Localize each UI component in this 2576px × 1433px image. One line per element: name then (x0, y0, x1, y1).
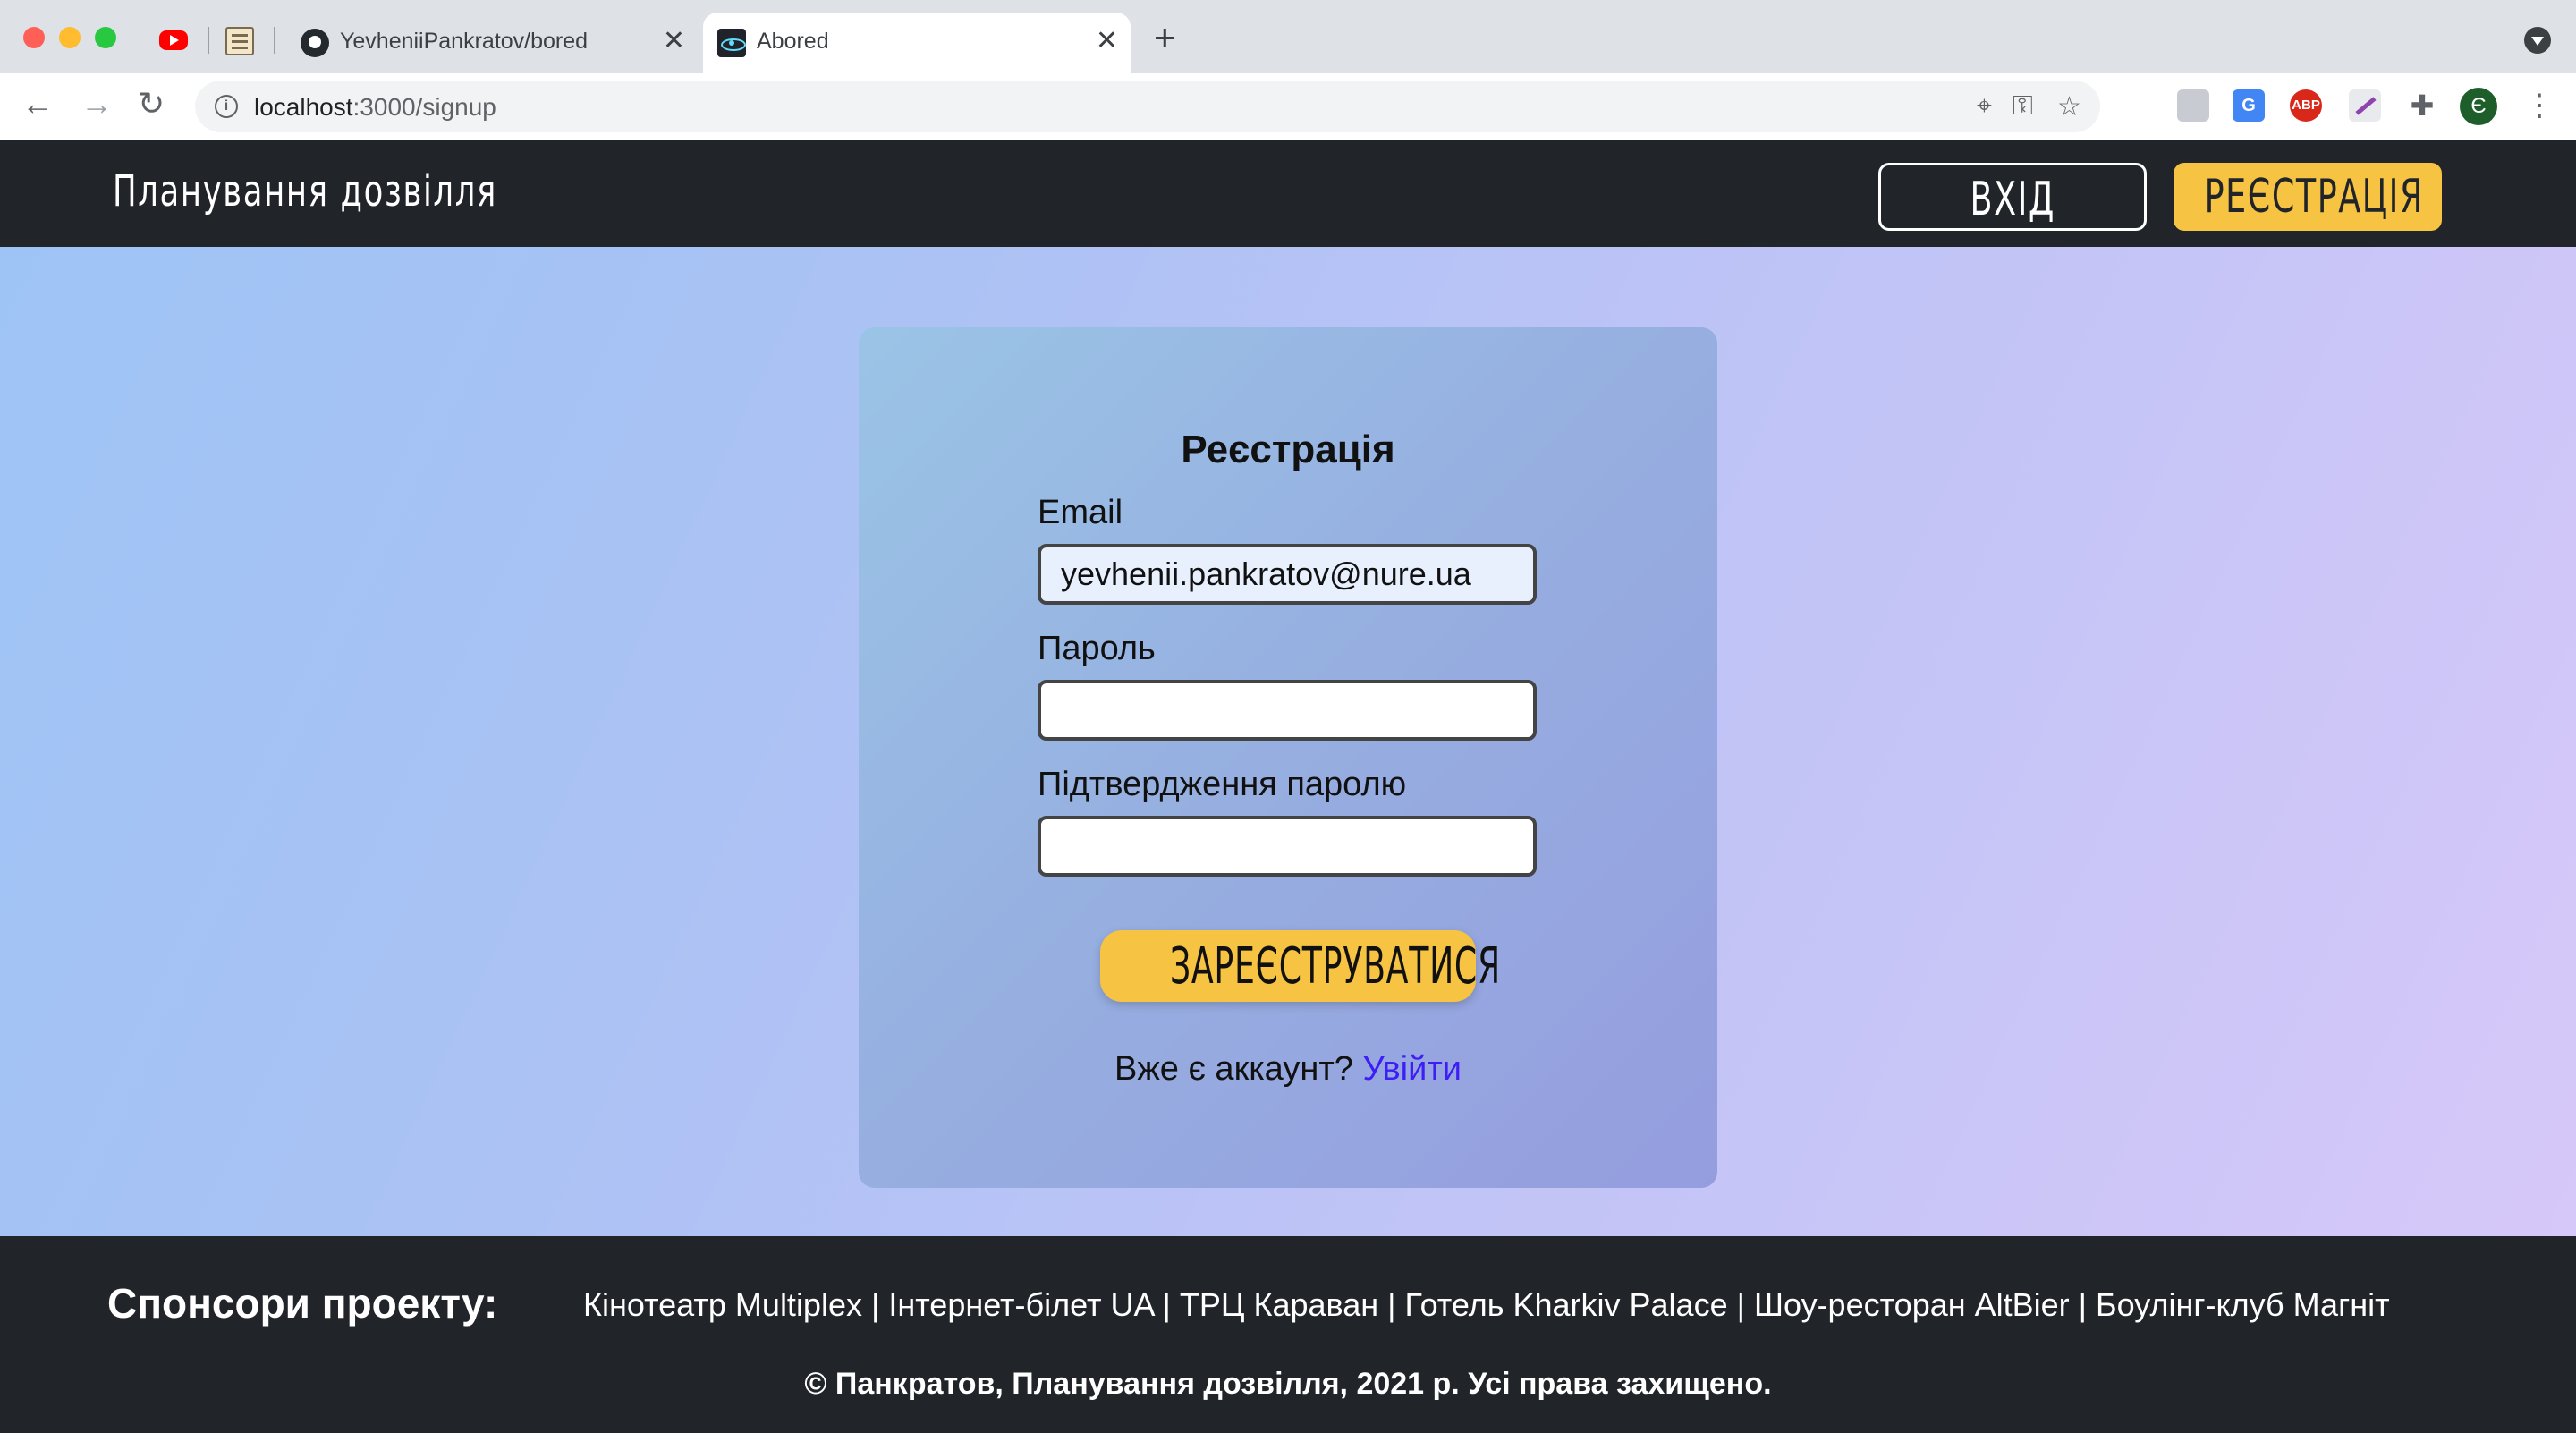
signup-section: Реєстрація Email Пароль Підтвердження па… (0, 247, 2576, 1236)
color-picker-extension-icon[interactable] (2349, 89, 2381, 122)
register-submit-button[interactable]: ЗАРЕЄСТРУВАТИСЯ (1100, 930, 1500, 1002)
site-footer: Спонсори проекту: Кінотеатр Multiplex | … (0, 1236, 2576, 1433)
extension-icon[interactable] (2177, 89, 2209, 122)
tab-separator (208, 27, 209, 54)
web-page: Планування дозвілля ВХІД РЕЄСТРАЦІЯ Реєс… (0, 140, 2576, 1433)
site-brand[interactable]: Планування дозвілля (113, 166, 497, 216)
reload-icon[interactable]: ↻ (138, 86, 165, 122)
window-minimize-button[interactable] (59, 27, 80, 48)
puzzle-icon[interactable]: ✚ (2406, 89, 2438, 122)
adblock-extension-icon[interactable]: ABP (2290, 89, 2322, 122)
address-bar[interactable]: i localhost:3000/signup ⌖ ⚿ ☆ (195, 81, 2100, 132)
have-account-row: Вже є аккаунт? Увійти (859, 1050, 1717, 1089)
signup-button[interactable]: РЕЄСТРАЦІЯ (2174, 163, 2442, 231)
have-account-text: Вже є аккаунт? (1114, 1050, 1353, 1088)
login-link[interactable]: Увійти (1362, 1050, 1462, 1088)
profile-avatar[interactable]: Є (2460, 88, 2497, 125)
signup-button-label: РЕЄСТРАЦІЯ (2204, 170, 2424, 224)
close-icon[interactable]: ✕ (1096, 27, 1118, 55)
confirm-password-field[interactable] (1038, 816, 1537, 877)
star-icon[interactable]: ☆ (2057, 91, 2081, 123)
tab-title: YevheniiPankratov/bored (340, 29, 589, 54)
copyright: © Панкратов, Планування дозвілля, 2021 р… (804, 1367, 1772, 1401)
login-button[interactable]: ВХІД (1878, 163, 2147, 231)
register-submit-label: ЗАРЕЄСТРУВАТИСЯ (1169, 937, 1501, 996)
key-icon[interactable]: ⚿ (2012, 91, 2033, 122)
signup-card: Реєстрація Email Пароль Підтвердження па… (859, 327, 1717, 1188)
window-close-button[interactable] (23, 27, 45, 48)
tab-github[interactable]: YevheniiPankratov/bored ✕ (286, 13, 698, 73)
forward-icon[interactable]: → (80, 86, 113, 122)
sponsors-list: Кінотеатр Multiplex | Інтернет-білет UA … (583, 1286, 2390, 1323)
location-icon[interactable]: ⌖ (1977, 91, 1992, 122)
url-host: localhost (254, 93, 353, 121)
password-label: Пароль (1038, 630, 1156, 667)
login-button-label: ВХІД (1970, 173, 2055, 226)
notes-icon[interactable] (225, 27, 254, 55)
github-icon (301, 29, 329, 57)
sponsors-title: Спонсори проекту: (107, 1280, 498, 1327)
new-tab-button[interactable]: + (1154, 19, 1176, 56)
youtube-icon[interactable] (159, 30, 188, 50)
browser-toolbar: ← → ↻ i localhost:3000/signup ⌖ ⚿ ☆ G AB… (0, 73, 2576, 140)
react-icon (717, 29, 746, 57)
tab-abored[interactable]: Abored ✕ (703, 13, 1131, 73)
password-field[interactable] (1038, 680, 1537, 741)
email-field[interactable] (1038, 544, 1537, 605)
kebab-menu-icon[interactable]: ⋮ (2524, 88, 2555, 123)
url-path: :3000/signup (352, 93, 496, 121)
tab-separator (274, 27, 275, 54)
site-header: Планування дозвілля ВХІД РЕЄСТРАЦІЯ (0, 140, 2576, 247)
translate-extension-icon[interactable]: G (2233, 89, 2265, 122)
browser-tab-strip: YevheniiPankratov/bored ✕ Abored ✕ + (0, 0, 2576, 73)
url-text[interactable]: localhost:3000/signup (254, 93, 496, 122)
back-icon[interactable]: ← (21, 86, 54, 122)
window-zoom-button[interactable] (95, 27, 116, 48)
confirm-password-label: Підтвердження паролю (1038, 766, 1407, 803)
info-icon[interactable]: i (215, 95, 238, 118)
close-icon[interactable]: ✕ (663, 27, 685, 55)
tab-search-icon[interactable] (2524, 27, 2551, 54)
email-label: Email (1038, 494, 1123, 531)
form-title: Реєстрація (1181, 428, 1395, 471)
tab-title: Abored (757, 29, 829, 54)
